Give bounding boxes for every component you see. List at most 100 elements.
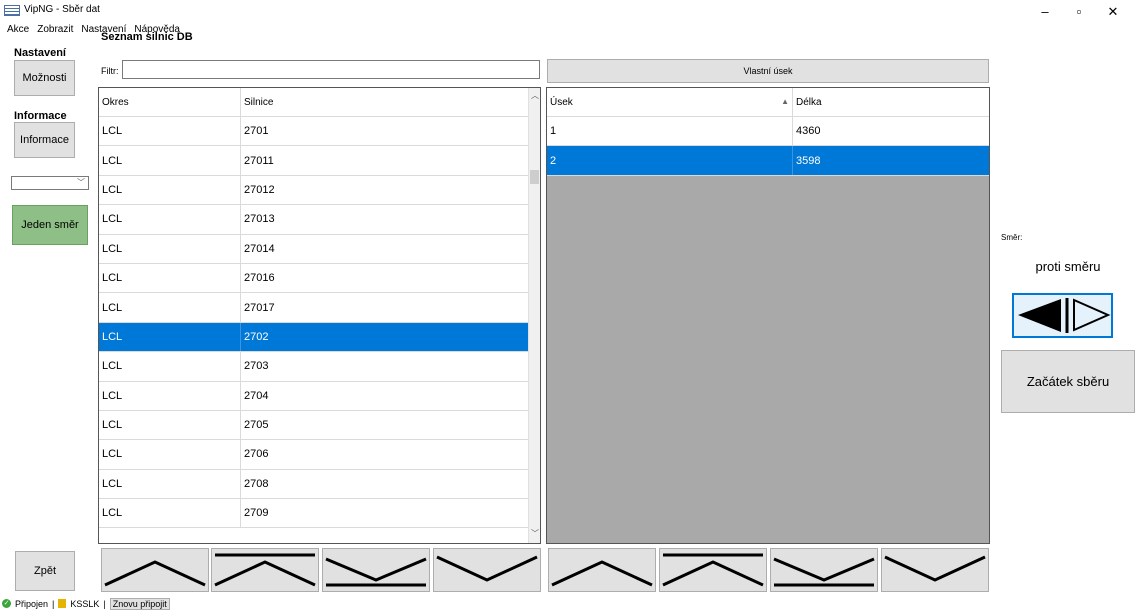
table-row[interactable]: LCL 27017 [99, 293, 528, 323]
status-db: KSSLK [70, 598, 100, 609]
table-row[interactable]: LCL 2706 [99, 440, 528, 470]
smer-value: proti směru [1035, 259, 1101, 274]
roads-cell-okres: LCL [99, 440, 241, 469]
mode-select[interactable]: ﹀ [11, 176, 89, 190]
table-row[interactable]: LCL 2702 [99, 322, 528, 353]
table-row[interactable]: LCL 27013 [99, 205, 528, 235]
last-icon [325, 557, 427, 587]
table-row[interactable]: LCL 2703 [99, 352, 528, 382]
jeden-smer-button[interactable]: Jeden směr [12, 205, 88, 245]
database-icon [58, 599, 67, 608]
moznosti-button[interactable]: Možnosti [14, 60, 75, 96]
roads-cell-okres: LCL [99, 205, 241, 234]
minimize-button[interactable]: – [1028, 0, 1062, 24]
informace-button[interactable]: Informace [14, 122, 75, 158]
seg-last-button[interactable] [770, 548, 878, 592]
nav-down-button[interactable] [433, 548, 541, 592]
smer-label: Směr: [1001, 233, 1023, 242]
zpet-button[interactable]: Zpět [15, 551, 75, 591]
chevron-down-icon [884, 555, 986, 582]
roads-cell-silnice: 27011 [244, 154, 274, 167]
table-row[interactable]: LCL 2704 [99, 381, 528, 411]
roads-cell-okres: LCL [99, 234, 241, 263]
status-separator: | [52, 598, 55, 609]
roads-cell-silnice: 2709 [244, 507, 269, 520]
app-icon [4, 5, 20, 16]
seg-up-button[interactable] [548, 548, 656, 592]
segments-cell-úsek: 2 [547, 146, 793, 175]
roads-cell-okres: LCL [99, 263, 241, 293]
usek-header-label: Úsek [550, 96, 573, 108]
roads-cell-silnice: 2705 [244, 419, 269, 432]
segments-cell-délka: 4360 [796, 125, 821, 138]
roads-scrollbar[interactable]: ︿ ﹀ [528, 88, 540, 543]
roads-cell-okres: LCL [99, 469, 241, 499]
roads-cell-silnice: 2708 [244, 477, 269, 490]
roads-cell-okres: LCL [99, 175, 241, 205]
segments-grid: Úsek ▲ Délka 1 4360 2 3598 [546, 87, 990, 544]
seg-down-button[interactable] [881, 548, 989, 592]
first-icon [214, 553, 316, 587]
segments-cell-délka: 3598 [796, 154, 821, 167]
close-button[interactable]: ✕ [1096, 0, 1130, 24]
nav-last-button[interactable] [322, 548, 430, 592]
table-row[interactable]: LCL 27016 [99, 263, 528, 294]
column-header-okres[interactable]: Okres [99, 88, 241, 116]
table-row[interactable]: LCL 27012 [99, 175, 528, 206]
menu-zobrazit[interactable]: Zobrazit [37, 24, 73, 39]
segments-grid-header: Úsek ▲ Délka [547, 88, 989, 117]
status-separator: | [103, 598, 106, 609]
segments-grid-body: 1 4360 2 3598 [547, 117, 989, 176]
vlastni-usek-button[interactable]: Vlastní úsek [547, 59, 989, 83]
roads-cell-silnice: 27012 [244, 183, 275, 196]
column-header-delka[interactable]: Délka [793, 88, 989, 116]
roads-cell-okres: LCL [99, 293, 241, 322]
last-icon [773, 557, 875, 587]
roads-cell-silnice: 2703 [244, 360, 269, 373]
chevron-up-icon [551, 560, 653, 587]
menu-akce[interactable]: Akce [7, 24, 29, 39]
chevron-up-icon [104, 560, 206, 587]
direction-toggle[interactable] [1012, 293, 1113, 338]
roads-cell-silnice: 27017 [244, 301, 275, 314]
roads-cell-silnice: 2706 [244, 448, 269, 461]
roads-cell-okres: LCL [99, 117, 241, 146]
roads-grid-body: LCL 2701 LCL 27011 LCL 27012 LCL 27013 LCL 27014 L… [99, 117, 528, 529]
informace-label: Informace [14, 110, 67, 122]
nav-up-button[interactable] [101, 548, 209, 592]
reconnect-button[interactable]: Znovu připojit [109, 597, 170, 610]
roads-cell-silnice: 27014 [244, 242, 275, 255]
table-row[interactable]: LCL 2709 [99, 499, 528, 529]
roads-cell-okres: LCL [99, 146, 241, 175]
nastaveni-label: Nastavení [14, 47, 66, 59]
scroll-up-icon[interactable]: ︿ [531, 90, 539, 101]
roads-cell-silnice: 2702 [244, 330, 269, 343]
roads-cell-silnice: 27013 [244, 213, 275, 226]
chevron-down-icon [436, 555, 538, 582]
sort-asc-icon: ▲ [781, 97, 789, 106]
scrollbar-thumb[interactable] [530, 170, 539, 184]
zacatek-sberu-button[interactable]: Začátek sběru [1001, 350, 1135, 413]
table-row[interactable]: LCL 2701 [99, 117, 528, 147]
roads-grid: Okres Silnice LCL 2701 LCL 27011 LCL 27012 LCL… [98, 87, 541, 544]
table-row[interactable]: LCL 27011 [99, 146, 528, 176]
roads-cell-silnice: 2701 [244, 125, 269, 138]
roads-cell-okres: LCL [99, 381, 241, 410]
segments-cell-úsek: 1 [547, 117, 793, 146]
table-row[interactable]: LCL 27014 [99, 234, 528, 264]
column-header-silnice[interactable]: Silnice [241, 88, 528, 116]
maximize-button[interactable]: ▫ [1062, 0, 1096, 24]
table-row[interactable]: 1 4360 [547, 117, 989, 147]
table-row[interactable]: 2 3598 [547, 146, 989, 176]
roads-cell-okres: LCL [99, 410, 241, 440]
filter-input[interactable] [122, 60, 540, 79]
nav-first-button[interactable] [211, 548, 319, 592]
column-header-usek[interactable]: Úsek ▲ [547, 88, 793, 116]
window-title: VipNG - Sběr dat [24, 4, 100, 15]
table-row[interactable]: LCL 2705 [99, 410, 528, 441]
check-icon: ✓ [2, 599, 11, 608]
seg-first-button[interactable] [659, 548, 767, 592]
scroll-down-icon[interactable]: ﹀ [531, 528, 539, 539]
roads-grid-header: Okres Silnice [99, 88, 528, 117]
table-row[interactable]: LCL 2708 [99, 469, 528, 500]
